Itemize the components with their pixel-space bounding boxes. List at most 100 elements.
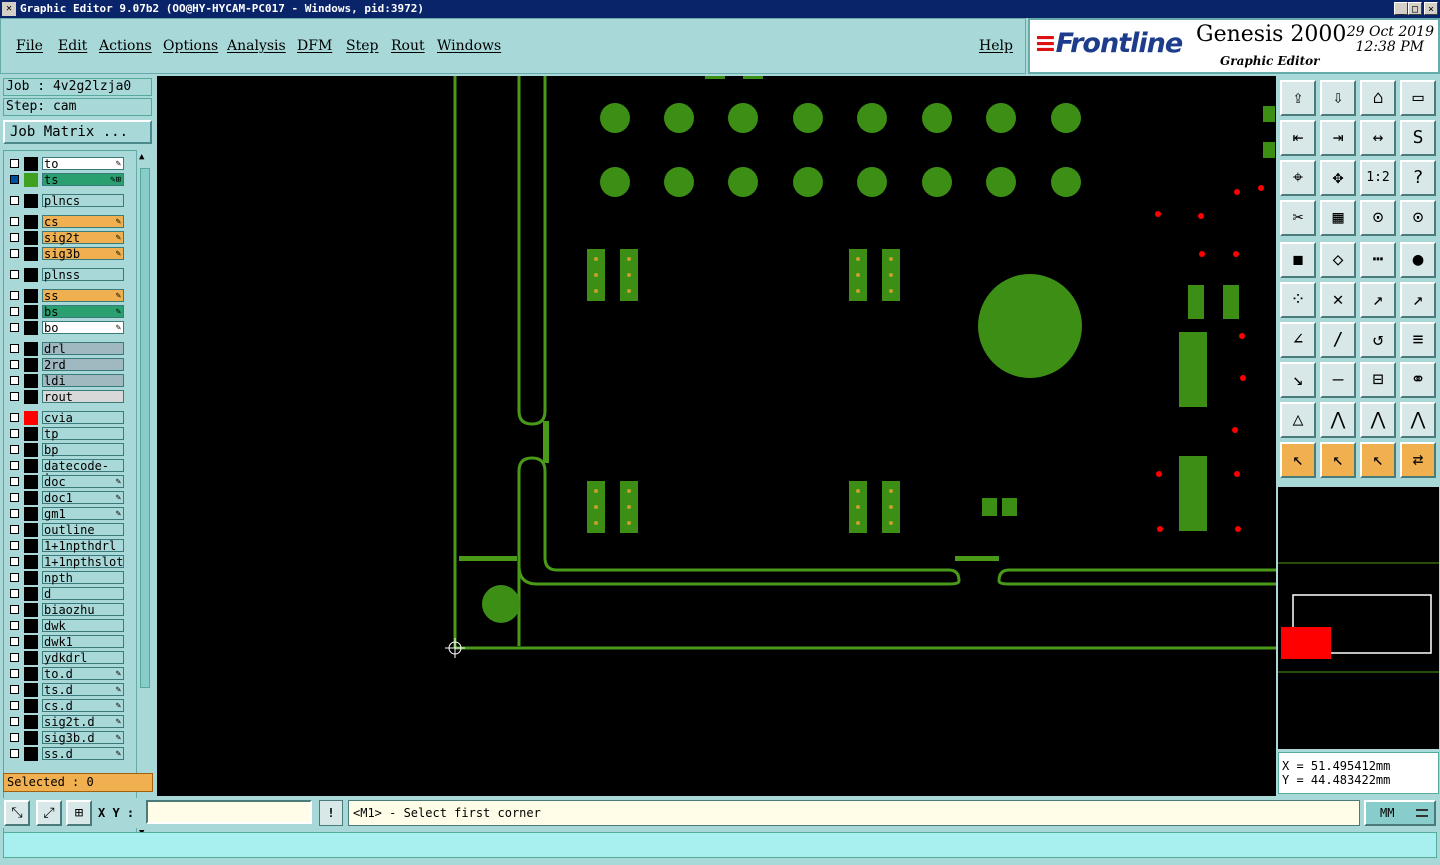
layer-name[interactable]: sig2t.d ✎ [42,715,124,728]
layer-name[interactable]: doc1 ✎ [42,491,124,504]
layer-checkbox[interactable] [10,669,19,678]
layer-checkbox[interactable] [10,493,19,502]
layer-checkbox[interactable] [10,749,19,758]
arch2-icon[interactable]: ⋀ [1360,402,1396,438]
scroll-thumb[interactable] [140,168,150,688]
layer-name[interactable]: 2rd [42,358,124,371]
shape-icon[interactable]: ⚭ [1400,362,1436,398]
layer-name[interactable]: 1+1npthslot [42,555,124,568]
layer-color-swatch[interactable] [24,231,38,245]
layer-color-swatch[interactable] [24,358,38,372]
pointer-select-icon[interactable]: ↖ [1360,442,1396,478]
layer-color-swatch[interactable] [24,390,38,404]
move-pad-icon[interactable]: ↘ [1280,362,1316,398]
layer-checkbox[interactable] [10,589,19,598]
layer-row[interactable]: ts.d ✎ [8,683,126,697]
layer-row[interactable]: doc ✎ [8,475,126,489]
zoom-area-icon[interactable]: ⤡ [4,800,30,826]
layer-color-swatch[interactable] [24,194,38,208]
layer-name[interactable]: sig3b ✎ [42,247,124,260]
triangle-icon[interactable]: △ [1280,402,1316,438]
layer-color-swatch[interactable] [24,539,38,553]
layer-name[interactable]: d [42,587,124,600]
snake-icon[interactable]: S [1400,120,1436,156]
layer-row[interactable]: tp [8,427,126,441]
layer-checkbox[interactable] [10,291,19,300]
layer-row[interactable]: cs.d ✎ [8,699,126,713]
layer-checkbox[interactable] [10,541,19,550]
layer-checkbox[interactable] [10,637,19,646]
layer-name[interactable]: plncs [42,194,124,207]
close-button[interactable]: × [1424,2,1438,15]
layer-row[interactable]: d [8,587,126,601]
menu-options[interactable]: Options [163,38,218,54]
layer-row[interactable]: outline [8,523,126,537]
layer-checkbox[interactable] [10,249,19,258]
ruler-icon[interactable]: ┅ [1360,242,1396,278]
layer-name[interactable]: drl [42,342,124,355]
layer-row[interactable]: ss.d ✎ [8,747,126,761]
layer-name[interactable]: bo ✎ [42,321,124,334]
fill-icon[interactable]: ◼ [1280,242,1316,278]
layer-row[interactable]: doc1 ✎ [8,491,126,505]
ratio-icon[interactable]: 1:2 [1360,160,1396,196]
layer-row[interactable]: cvia [8,411,126,425]
layer-color-swatch[interactable] [24,683,38,697]
layer-checkbox[interactable] [10,557,19,566]
layer-name[interactable]: biaozhu [42,603,124,616]
menu-rout[interactable]: Rout [391,38,425,54]
layer-row[interactable]: datecode-to [8,459,126,484]
layer-row[interactable]: drl [8,342,126,356]
line-pad-icon[interactable]: ↗ [1360,282,1396,318]
layer-checkbox[interactable] [10,159,19,168]
layer-checkbox[interactable] [10,217,19,226]
pad-icon[interactable]: ● [1400,242,1436,278]
layer-checkbox[interactable] [10,733,19,742]
layer-checkbox[interactable] [10,509,19,518]
layer-row[interactable]: ts ✎⊞ [8,173,126,187]
layer-checkbox[interactable] [10,233,19,242]
layer-color-swatch[interactable] [24,247,38,261]
layer-checkbox[interactable] [10,653,19,662]
layer-checkbox[interactable] [10,307,19,316]
layer-checkbox[interactable] [10,605,19,614]
layer-name[interactable]: ldi [42,374,124,387]
diag-icon[interactable]: / [1320,322,1356,358]
layer-row[interactable]: rout [8,390,126,404]
connect-icon[interactable]: ⁘ [1280,282,1316,318]
layer-name[interactable]: 1+1npthdrl [42,539,124,552]
menu-dfm[interactable]: DFM [297,38,332,54]
layer-scrollbar[interactable]: ▲ ▼ [136,150,153,842]
layer-checkbox[interactable] [10,270,19,279]
layer-row[interactable]: biaozhu [8,603,126,617]
execute-button[interactable]: ! [319,800,343,826]
layer-color-swatch[interactable] [24,305,38,319]
layer-name[interactable]: datecode-to [42,459,124,484]
pointer-box-icon[interactable]: ↖ [1320,442,1356,478]
layer-color-swatch[interactable] [24,173,38,187]
arc-icon[interactable]: ↺ [1360,322,1396,358]
layer-name[interactable]: ss ✎ [42,289,124,302]
pointer-icon[interactable]: ↖ [1280,442,1316,478]
layer-row[interactable]: 1+1npthdrl [8,539,126,553]
layer-checkbox[interactable] [10,621,19,630]
layer-checkbox[interactable] [10,573,19,582]
graphic-canvas[interactable] [157,76,1276,796]
layer-checkbox[interactable] [10,360,19,369]
layer-checkbox[interactable] [10,717,19,726]
route-icon[interactable]: ⇄ [1400,442,1436,478]
layer-color-swatch[interactable] [24,215,38,229]
layer-row[interactable]: ss ✎ [8,289,126,303]
fit-icon[interactable]: ⊟ [1360,362,1396,398]
layer-checkbox[interactable] [10,477,19,486]
next-icon[interactable]: ⇥ [1320,120,1356,156]
open-icon[interactable]: ⇪ [1280,80,1316,116]
layer-color-swatch[interactable] [24,635,38,649]
layer-row[interactable]: ldi [8,374,126,388]
layer-color-swatch[interactable] [24,587,38,601]
layer-row[interactable]: sig2t ✎ [8,231,126,245]
minimize-button[interactable]: _ [1394,2,1408,15]
layer-color-swatch[interactable] [24,289,38,303]
arch-icon[interactable]: ⋀ [1320,402,1356,438]
layer-row[interactable]: ydkdrl [8,651,126,665]
